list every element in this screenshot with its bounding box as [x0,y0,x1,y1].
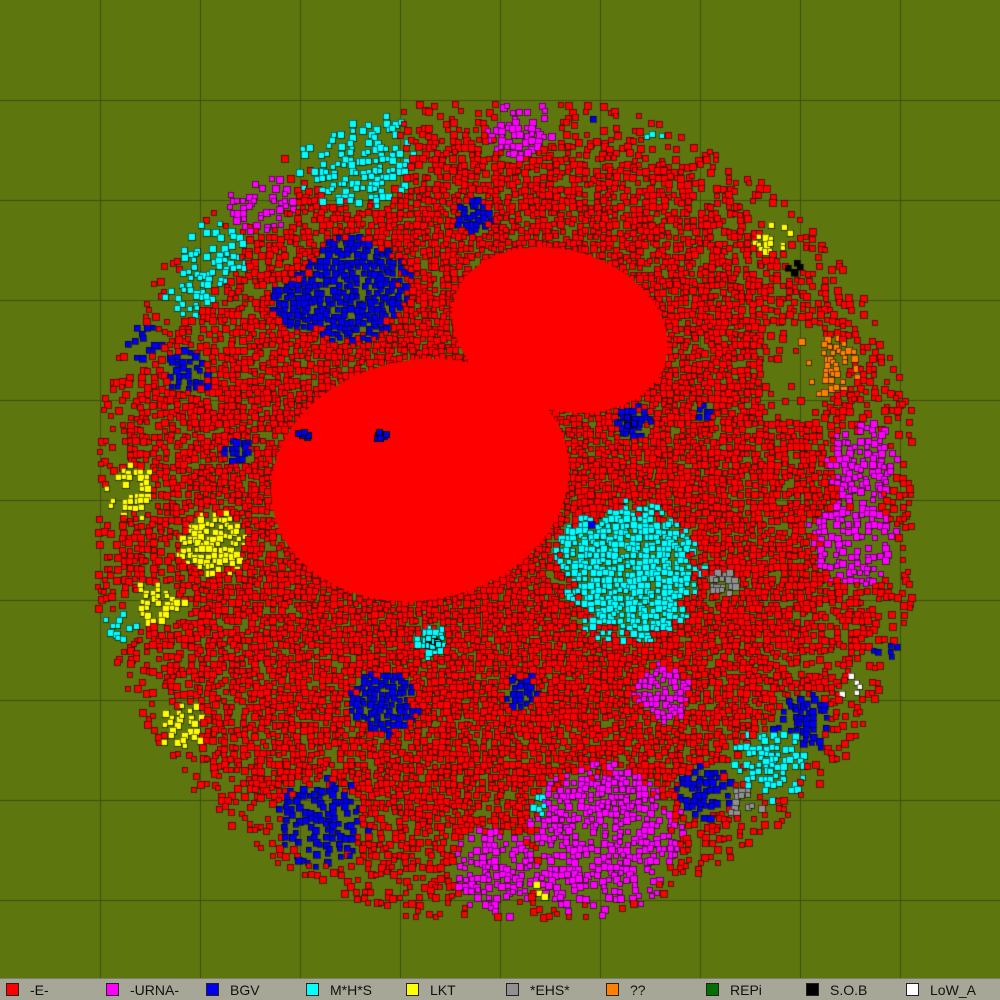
legend-label: -E- [30,981,49,998]
alliance-legend: -E- -URNA- BGV M*H*S LKT *EHS* ?? REPi S… [0,978,1000,1000]
swatch-lkt [406,983,419,996]
legend-item-bgv[interactable]: BGV [200,979,300,1000]
swatch-sob [806,983,819,996]
legend-item-repi[interactable]: REPi [700,979,800,1000]
swatch-mhs [306,983,319,996]
swatch-urna [106,983,119,996]
legend-label: *EHS* [530,981,570,998]
legend-label: LKT [430,981,456,998]
swatch-bgv [206,983,219,996]
legend-item-ehs[interactable]: *EHS* [500,979,600,1000]
legend-item-unknown[interactable]: ?? [600,979,700,1000]
swatch-unknown [606,983,619,996]
legend-item-urna[interactable]: -URNA- [100,979,200,1000]
legend-item-lkt[interactable]: LKT [400,979,500,1000]
swatch-low-a [906,983,919,996]
legend-item-mhs[interactable]: M*H*S [300,979,400,1000]
swatch-e [6,983,19,996]
swatch-repi [706,983,719,996]
legend-item-sob[interactable]: S.O.B [800,979,900,1000]
legend-label: ?? [630,981,646,998]
galaxy-map[interactable] [0,0,1000,978]
legend-item-e[interactable]: -E- [0,979,100,1000]
swatch-ehs [506,983,519,996]
legend-label: LoW_A [930,981,976,998]
legend-label: M*H*S [330,981,373,998]
legend-label: -URNA- [130,981,179,998]
legend-label: BGV [230,981,260,998]
legend-label: REPi [730,981,762,998]
territory-layer[interactable] [0,0,1000,978]
legend-label: S.O.B [830,981,868,998]
legend-item-low-a[interactable]: LoW_A [900,979,1000,1000]
